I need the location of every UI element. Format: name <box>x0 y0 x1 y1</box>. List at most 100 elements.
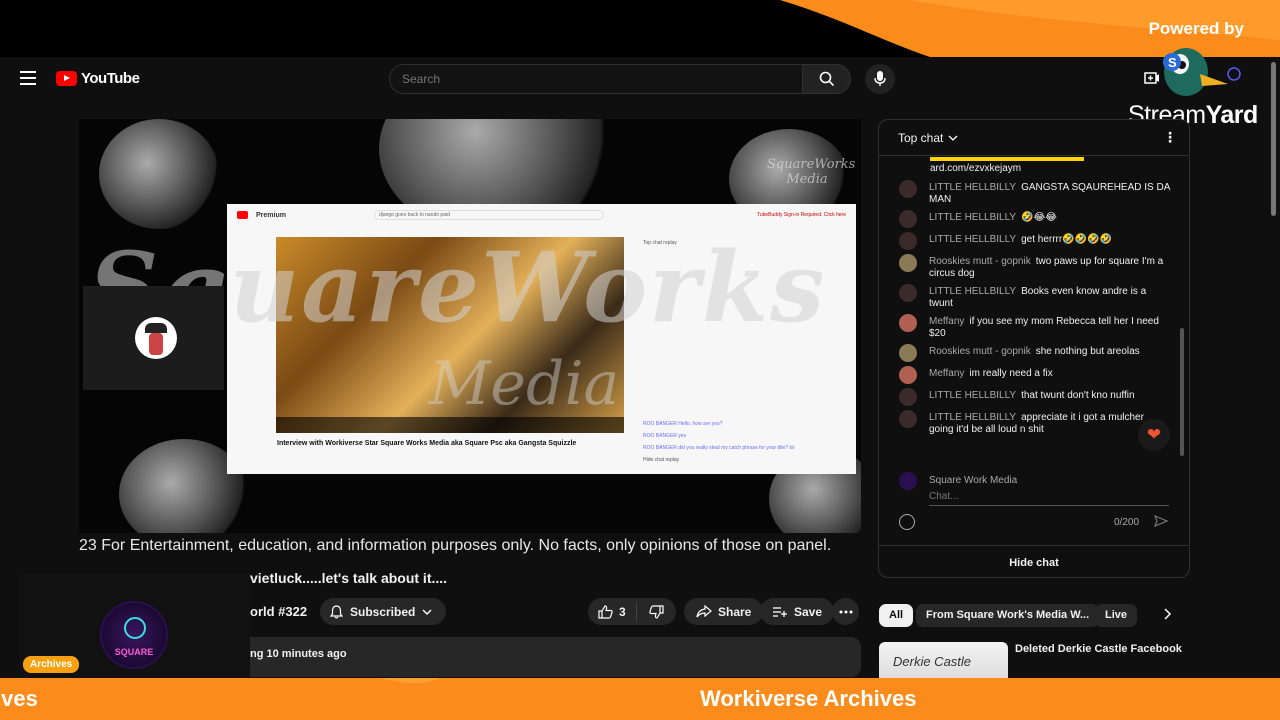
recommendation-thumbnail[interactable]: Derkie Castle <box>879 642 1008 678</box>
chat-author[interactable]: Meffany <box>929 316 964 327</box>
chat-avatar[interactable] <box>899 232 917 250</box>
youtube-logo-text: YouTube <box>81 70 140 87</box>
chat-avatar[interactable] <box>899 254 917 272</box>
chat-author[interactable]: LITTLE HELLBILLY <box>929 412 1016 423</box>
chat-author[interactable]: LITTLE HELLBILLY <box>929 182 1016 193</box>
chat-message: LITTLE HELLBILLY that twunt don't kno nuf… <box>879 387 1179 409</box>
chat-author[interactable]: LITTLE HELLBILLY <box>929 212 1016 223</box>
search-box <box>389 64 803 94</box>
chat-text: she nothing but areolas <box>1035 346 1140 357</box>
skull-decoration <box>99 119 219 229</box>
chat-author[interactable]: Rooskies mutt - gopnik <box>929 256 1031 267</box>
subscribed-button[interactable]: Subscribed <box>320 598 447 625</box>
more-actions-button[interactable] <box>832 598 859 625</box>
chat-avatar[interactable] <box>899 410 917 428</box>
voice-search-button[interactable] <box>865 64 895 94</box>
chat-message: Rooskies mutt - gopnik she nothing but ar… <box>879 343 1179 365</box>
search-input[interactable] <box>390 65 802 93</box>
chat-user-avatar <box>899 472 917 490</box>
inner-player-controls <box>276 417 624 433</box>
bottom-banner: ives Workiverse Archives <box>0 678 1280 720</box>
live-chat-panel: Top chat ⋮ ard.com/ezvxkejaym LITTLE HEL… <box>878 119 1190 578</box>
chat-avatar[interactable] <box>899 284 917 302</box>
archives-tag: Archives <box>23 656 80 673</box>
search-button[interactable] <box>802 64 851 94</box>
chat-author[interactable]: LITTLE HELLBILLY <box>929 234 1016 245</box>
chat-author[interactable]: LITTLE HELLBILLY <box>929 286 1016 297</box>
svg-text:S: S <box>1168 55 1177 70</box>
chat-user-name: Square Work Media <box>929 475 1018 486</box>
hide-chat-button[interactable]: Hide chat <box>879 545 1189 577</box>
more-horizontal-icon <box>839 610 852 613</box>
chat-avatar[interactable] <box>899 344 917 362</box>
chip-all[interactable]: All <box>879 604 914 627</box>
inner-chat-lines: ROO BANGER Hello, how are you? ROO BANGE… <box>643 421 795 463</box>
banner-left-text: ives <box>0 686 38 711</box>
chat-mode-selector[interactable]: Top chat <box>898 131 943 145</box>
youtube-logo[interactable]: YouTube <box>56 70 140 87</box>
inner-search-text: django goes back to nando paid <box>373 210 604 220</box>
inner-video-title: Interview with Workiverse Star Square Wo… <box>277 440 577 447</box>
youtube-header: YouTube <box>0 57 1280 101</box>
square-works-logo: SQUARE <box>100 601 168 669</box>
dislike-button[interactable] <box>637 604 676 619</box>
chip-from-channel[interactable]: From Square Work's Media W... <box>916 604 1100 627</box>
save-playlist-icon <box>773 606 787 617</box>
scrolling-ticker: 23 For Entertainment, education, and inf… <box>79 537 832 554</box>
channel-name[interactable]: orld #322 <box>250 604 307 619</box>
chat-avatar[interactable] <box>899 210 917 228</box>
page-scrollbar[interactable] <box>1271 62 1276 216</box>
save-button[interactable]: Save <box>760 598 835 625</box>
send-icon[interactable] <box>1154 515 1168 527</box>
inner-alert-text: TubeBuddy Sign-in Required. Click here <box>756 212 846 218</box>
thumbs-down-icon <box>648 604 664 619</box>
chat-text: that twunt don't kno nuffin <box>1021 390 1135 401</box>
chat-author[interactable]: Rooskies mutt - gopnik <box>929 346 1031 357</box>
chat-text: get herrrr🤣🤣🤣🤣 <box>1021 234 1113 245</box>
menu-icon[interactable] <box>20 71 36 85</box>
share-icon <box>696 605 712 618</box>
chat-message: LITTLE HELLBILLY get herrrr🤣🤣🤣🤣 <box>879 231 1179 253</box>
chat-scrollbar[interactable] <box>1180 328 1184 456</box>
chat-avatar[interactable] <box>899 314 917 332</box>
chat-message: LITTLE HELLBILLY appreciate it i got a mu… <box>879 409 1179 439</box>
chip-live[interactable]: Live <box>1095 604 1138 627</box>
chat-input[interactable] <box>929 488 1169 506</box>
video-player[interactable]: Premium django goes back to nando paid T… <box>79 119 861 533</box>
chat-avatar[interactable] <box>899 180 917 198</box>
webcam-tile <box>83 286 224 390</box>
microphone-icon <box>874 71 886 86</box>
search-icon <box>819 71 834 87</box>
chat-message-list[interactable]: ard.com/ezvxkejaym LITTLE HELLBILLY GANGS… <box>879 157 1179 475</box>
chevron-down-icon[interactable] <box>948 135 958 141</box>
chat-input-area: Square Work Media 0/200 <box>879 472 1189 545</box>
highlight-bar <box>930 157 1084 161</box>
inner-premium-label: Premium <box>256 211 286 219</box>
banner-right-text: Workiverse Archives <box>700 686 917 711</box>
skull-icon <box>124 617 146 639</box>
chat-avatar[interactable] <box>899 388 917 406</box>
share-button[interactable]: Share <box>684 598 764 625</box>
thumbs-up-icon <box>598 604 613 619</box>
chat-avatar[interactable] <box>899 366 917 384</box>
chevron-right-icon[interactable] <box>1164 608 1172 620</box>
description-meta: ng 10 minutes ago <box>250 648 347 660</box>
heart-reaction-icon[interactable]: ❤ <box>1138 419 1170 451</box>
chat-options-icon[interactable]: ⋮ <box>1163 129 1177 146</box>
powered-by-text: Powered by <box>1148 19 1244 38</box>
bell-icon <box>330 604 343 619</box>
inner-youtube-logo-icon <box>237 211 248 219</box>
like-button[interactable]: 3 <box>588 602 637 621</box>
recommendation-title[interactable]: Deleted Derkie Castle Facebook <box>1015 643 1182 655</box>
video-title: vietluck.....let's talk about it.... <box>250 570 448 586</box>
emoji-icon[interactable] <box>899 514 915 530</box>
chat-message: LITTLE HELLBILLY 🤣😂😂 <box>879 209 1179 231</box>
chat-author[interactable]: LITTLE HELLBILLY <box>929 390 1016 401</box>
like-count: 3 <box>619 604 626 619</box>
chat-message: Meffany im really need a fix <box>879 365 1179 387</box>
chat-message: LITTLE HELLBILLY GANGSTA SQAUREHEAD IS DA… <box>879 179 1179 209</box>
chevron-down-icon <box>422 609 432 615</box>
chat-text: 🤣😂😂 <box>1021 212 1057 223</box>
chat-author[interactable]: Meffany <box>929 368 964 379</box>
watermark-sub: Media <box>429 349 620 419</box>
